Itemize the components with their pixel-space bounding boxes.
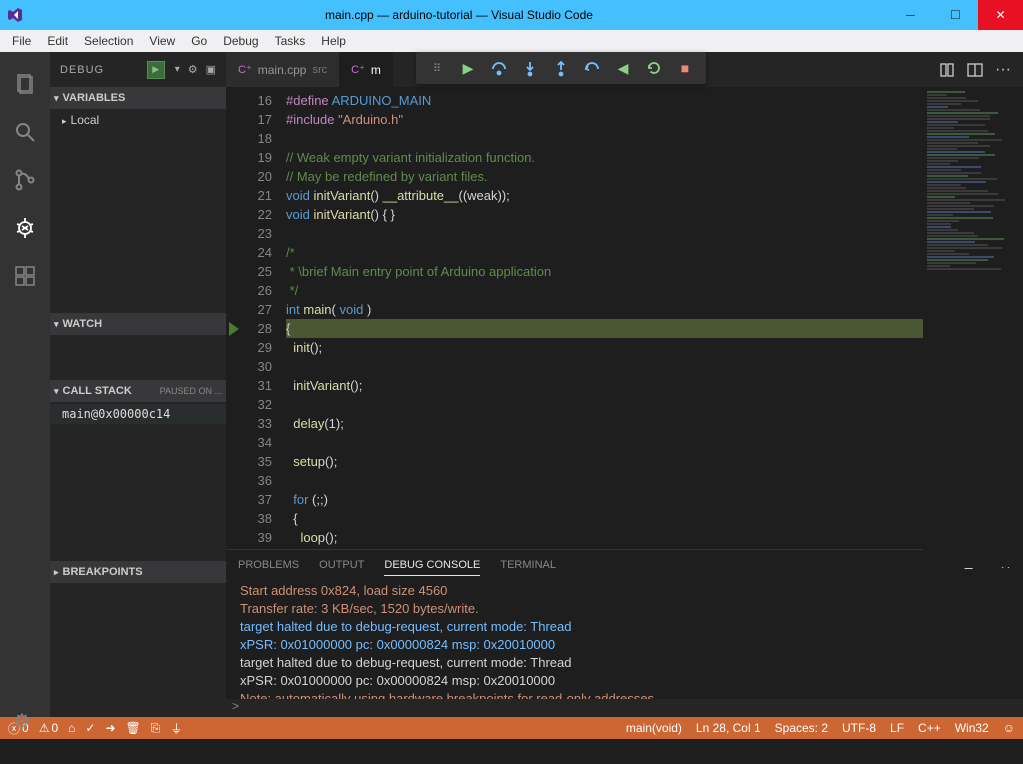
tab-dir: src xyxy=(312,64,327,76)
status-arrow-icon[interactable]: ➜ xyxy=(105,721,115,735)
vs-logo-icon xyxy=(0,0,30,30)
explorer-icon[interactable] xyxy=(0,60,50,108)
step-out-button[interactable] xyxy=(546,53,576,83)
more-actions-icon[interactable]: ··· xyxy=(995,61,1011,79)
fold-gutter[interactable] xyxy=(226,87,246,549)
status-clipboard-icon[interactable]: ⎘ xyxy=(151,721,161,736)
panel-tab-problems[interactable]: PROBLEMS xyxy=(238,555,299,575)
stack-frame[interactable]: main@0x00000c14 xyxy=(50,404,226,424)
panel-tab-output[interactable]: OUTPUT xyxy=(319,555,364,575)
status-spaces[interactable]: Spaces: 2 xyxy=(775,721,828,735)
status-position[interactable]: Ln 28, Col 1 xyxy=(696,721,761,735)
scm-icon[interactable] xyxy=(0,156,50,204)
stop-button[interactable]: ■ xyxy=(670,53,700,83)
step-into-button[interactable] xyxy=(515,53,545,83)
tab-main-cpp-src[interactable]: C⁺ main.cpp src xyxy=(226,52,339,87)
tab-main-cpp-active[interactable]: C⁺ m xyxy=(339,52,393,87)
bottom-panel: PROBLEMS OUTPUT DEBUG CONSOLE TERMINAL ≣… xyxy=(226,549,1023,717)
reverse-button[interactable]: ◀ xyxy=(608,53,638,83)
debug-icon[interactable] xyxy=(0,204,50,252)
maximize-button[interactable]: ☐ xyxy=(933,0,978,30)
status-encoding[interactable]: UTF-8 xyxy=(842,721,876,735)
debug-toolbar[interactable]: ⠿ ▶ ◀ ■ xyxy=(416,52,706,84)
compare-changes-icon[interactable] xyxy=(939,62,955,78)
menu-file[interactable]: File xyxy=(4,32,39,50)
status-bar: ⓧ 0 ⚠ 0 ⌂ ✓ ➜ 🗑 ⎘ ⏚ main(void) Ln 28, Co… xyxy=(0,717,1023,739)
status-language[interactable]: C++ xyxy=(918,721,941,735)
panel-tab-terminal[interactable]: TERMINAL xyxy=(500,555,556,575)
menu-selection[interactable]: Selection xyxy=(76,32,141,50)
tab-label: main.cpp xyxy=(258,63,307,77)
editor-area: C⁺ main.cpp src C⁺ m ··· ⠿ ▶ ◀ ■ xyxy=(226,52,1023,717)
menu-view[interactable]: View xyxy=(141,32,183,50)
menu-go[interactable]: Go xyxy=(183,32,215,50)
menu-help[interactable]: Help xyxy=(313,32,354,50)
callstack-section-header[interactable]: ▾CALL STACKPAUSED ON ... xyxy=(50,380,226,402)
window-titlebar: main.cpp — arduino-tutorial — Visual Stu… xyxy=(0,0,1023,30)
debug-console-input[interactable]: > xyxy=(226,699,1023,717)
status-target[interactable]: Win32 xyxy=(955,721,989,735)
settings-gear-icon[interactable]: ⚙ xyxy=(13,709,31,734)
panel-tab-debug-console[interactable]: DEBUG CONSOLE xyxy=(384,555,480,576)
variables-section-header[interactable]: ▾VARIABLES xyxy=(50,87,226,109)
debug-config-dropdown[interactable]: ▾ xyxy=(175,61,180,79)
cpp-file-icon: C⁺ xyxy=(238,63,252,76)
restart-button[interactable] xyxy=(639,53,669,83)
code-editor[interactable]: 1617181920212223242526272829303132333435… xyxy=(226,87,1023,549)
status-home-icon[interactable]: ⌂ xyxy=(68,721,75,735)
status-check-icon[interactable]: ✓ xyxy=(85,721,95,735)
step-back-button[interactable] xyxy=(577,53,607,83)
menu-tasks[interactable]: Tasks xyxy=(267,32,314,50)
close-button[interactable]: ✕ xyxy=(978,0,1023,30)
debug-settings-icon[interactable]: ⚙ xyxy=(188,61,198,79)
menu-debug[interactable]: Debug xyxy=(215,32,266,50)
start-debug-button[interactable]: ▶ xyxy=(147,61,165,79)
cpp-file-icon: C⁺ xyxy=(351,63,365,76)
drag-handle-icon[interactable]: ⠿ xyxy=(422,53,452,83)
menubar: File Edit Selection View Go Debug Tasks … xyxy=(0,30,1023,52)
sidebar-title: DEBUG xyxy=(60,64,147,76)
debug-sidebar: DEBUG ▶ ▾ ⚙ ▣ ▾VARIABLES ▸Local ▾WATCH ▾… xyxy=(50,52,226,717)
tab-label: m xyxy=(371,63,381,77)
split-editor-icon[interactable] xyxy=(967,62,983,78)
step-over-button[interactable] xyxy=(484,53,514,83)
menu-edit[interactable]: Edit xyxy=(39,32,76,50)
activity-bar xyxy=(0,52,50,717)
breakpoints-section-header[interactable]: ▸BREAKPOINTS xyxy=(50,561,226,583)
code-body[interactable]: #define ARDUINO_MAIN#include "Arduino.h"… xyxy=(286,87,1023,549)
status-eol[interactable]: LF xyxy=(890,721,904,735)
status-context[interactable]: main(void) xyxy=(626,721,682,735)
minimize-button[interactable]: ─ xyxy=(888,0,933,30)
debug-console-output[interactable]: Start address 0x824, load size 4560Trans… xyxy=(226,580,1023,699)
status-trash-icon[interactable]: 🗑 xyxy=(126,721,141,735)
line-number-gutter: 1617181920212223242526272829303132333435… xyxy=(246,87,286,549)
continue-button[interactable]: ▶ xyxy=(453,53,483,83)
window-title: main.cpp — arduino-tutorial — Visual Stu… xyxy=(30,8,888,22)
status-feedback-icon[interactable]: ☺ xyxy=(1003,721,1015,735)
search-icon[interactable] xyxy=(0,108,50,156)
watch-section-header[interactable]: ▾WATCH xyxy=(50,313,226,335)
extensions-icon[interactable] xyxy=(0,252,50,300)
status-warnings[interactable]: ⚠ 0 xyxy=(39,721,58,735)
status-plug-icon[interactable]: ⏚ xyxy=(170,720,182,737)
debug-console-toggle-icon[interactable]: ▣ xyxy=(206,61,216,79)
local-scope[interactable]: ▸Local xyxy=(50,111,226,129)
